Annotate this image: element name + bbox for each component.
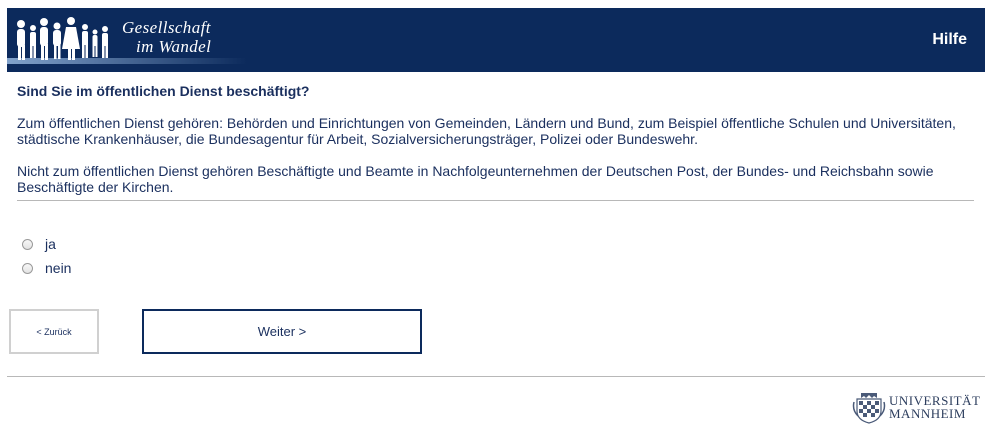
logo-line1: Gesellschaft bbox=[122, 18, 211, 37]
help-link[interactable]: Hilfe bbox=[932, 31, 967, 49]
mannheim-crest-icon bbox=[852, 393, 886, 424]
radio-nein[interactable] bbox=[22, 262, 33, 274]
divider bbox=[17, 200, 974, 201]
option-label-ja: ja bbox=[45, 236, 56, 252]
header-banner: Gesellschaft im Wandel Hilfe bbox=[7, 8, 985, 72]
option-nein[interactable]: nein bbox=[22, 260, 71, 276]
question-info-excluded: Nicht zum öffentlichen Dienst gehören Be… bbox=[17, 163, 934, 195]
back-button[interactable]: < Zurück bbox=[9, 309, 99, 354]
next-button[interactable]: Weiter > bbox=[142, 309, 422, 354]
option-label-nein: nein bbox=[45, 260, 72, 276]
logo-text: Gesellschaft im Wandel bbox=[122, 18, 211, 56]
radio-ja[interactable] bbox=[22, 238, 33, 250]
option-ja[interactable]: ja bbox=[22, 236, 56, 252]
logo-line2: im Wandel bbox=[136, 37, 212, 56]
footer-divider bbox=[7, 376, 985, 377]
question-info-included: Zum öffentlichen Dienst gehören: Behörde… bbox=[17, 115, 956, 147]
question-title: Sind Sie im öffentlichen Dienst beschäft… bbox=[17, 83, 310, 99]
university-name: UNIVERSITÄT MANNHEIM bbox=[889, 394, 980, 420]
university-line2: MANNHEIM bbox=[889, 406, 966, 421]
university-logo: UNIVERSITÄT MANNHEIM bbox=[852, 390, 980, 424]
